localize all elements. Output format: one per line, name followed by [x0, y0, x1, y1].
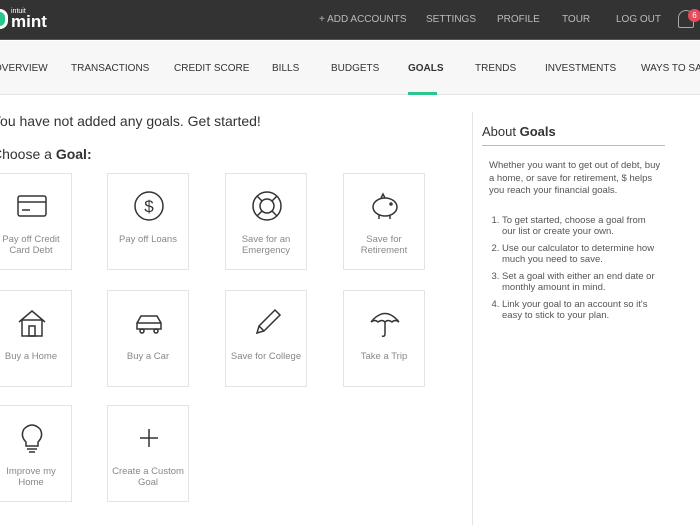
piggy-bank-icon — [372, 192, 398, 219]
goal-label: Create a Custom Goal — [112, 466, 184, 488]
house-icon — [18, 310, 46, 337]
about-title: About Goals — [482, 124, 665, 146]
goal-label: Save for College — [230, 351, 302, 362]
step-item: To get started, choose a goal from our l… — [502, 215, 659, 237]
pencil-icon — [255, 308, 282, 335]
tab-goals[interactable]: GOALS — [408, 63, 444, 74]
goal-card-credit-card[interactable]: Pay off Credit Card Debt — [0, 173, 72, 270]
car-icon — [136, 315, 162, 334]
tab-bills[interactable]: BILLS — [272, 63, 299, 74]
credit-card-icon — [17, 195, 47, 217]
goal-card-umbrella[interactable]: Take a Trip — [343, 290, 425, 387]
main-nav: OVERVIEW TRANSACTIONS CREDIT SCORE BILLS… — [0, 41, 700, 95]
profile-link[interactable]: PROFILE — [497, 14, 540, 25]
goal-label: Improve my Home — [6, 466, 56, 488]
goal-label: Save for an Emergency — [241, 234, 291, 256]
tab-ways-to-save[interactable]: WAYS TO SAVE — [641, 63, 700, 74]
umbrella-icon — [370, 312, 400, 337]
about-bold: Goals — [519, 124, 556, 139]
tour-link[interactable]: TOUR — [562, 14, 590, 25]
goal-card-life-ring[interactable]: Save for an Emergency — [225, 173, 307, 270]
plus-icon — [140, 429, 158, 447]
choose-bold: Goal: — [55, 146, 92, 162]
goal-label: Take a Trip — [360, 351, 408, 362]
sidebar-divider — [472, 112, 473, 525]
choose-prefix: Choose a — [0, 146, 52, 162]
dollar-circle-icon: $ — [134, 191, 164, 221]
goal-card-car[interactable]: Buy a Car — [107, 290, 189, 387]
notification-badge: 6 — [688, 9, 700, 22]
goal-label: Pay off Loans — [119, 234, 177, 245]
goal-label: Save for Retirement — [360, 234, 408, 256]
logout-link[interactable]: LOG OUT — [616, 14, 661, 25]
mint-logo[interactable]: intuit mint — [0, 8, 47, 30]
choose-goal-heading: Choose a Goal: — [0, 146, 92, 162]
step-item: Set a goal with either an end date or mo… — [502, 271, 659, 293]
goal-label: Buy a Car — [126, 351, 170, 362]
tab-trends[interactable]: TRENDS — [475, 63, 516, 74]
goal-card-dollar-circle[interactable]: $ Pay off Loans — [107, 173, 189, 270]
leaf-icon — [0, 9, 8, 29]
life-ring-icon — [252, 191, 282, 221]
step-item: Use our calculator to determine how much… — [502, 243, 659, 265]
page-headline: You have not added any goals. Get starte… — [0, 113, 261, 129]
step-item: Link your goal to an account so it's eas… — [502, 299, 659, 321]
tab-investments[interactable]: INVESTMENTS — [545, 63, 616, 74]
tab-overview[interactable]: OVERVIEW — [0, 63, 48, 74]
tab-budgets[interactable]: BUDGETS — [331, 63, 379, 74]
settings-link[interactable]: SETTINGS — [426, 14, 476, 25]
goal-card-plus[interactable]: Create a Custom Goal — [107, 405, 189, 502]
tab-transactions[interactable]: TRANSACTIONS — [71, 63, 149, 74]
about-steps: To get started, choose a goal from our l… — [489, 215, 659, 327]
svg-text:$: $ — [144, 197, 154, 216]
logo-large: mint — [11, 12, 47, 31]
goal-label: Pay off Credit Card Debt — [2, 234, 60, 256]
tab-credit-score[interactable]: CREDIT SCORE — [174, 63, 249, 74]
top-bar: intuit mint + ADD ACCOUNTS SETTINGS PROFI… — [0, 0, 700, 40]
goal-label: Buy a Home — [4, 351, 58, 362]
lightbulb-icon — [21, 424, 43, 453]
goal-card-pencil[interactable]: Save for College — [225, 290, 307, 387]
goal-card-lightbulb[interactable]: Improve my Home — [0, 405, 72, 502]
goal-card-house[interactable]: Buy a Home — [0, 290, 72, 387]
add-accounts-link[interactable]: + ADD ACCOUNTS — [319, 14, 407, 25]
active-tab-indicator — [408, 92, 437, 95]
about-prefix: About — [482, 124, 520, 139]
goal-card-piggy-bank[interactable]: Save for Retirement — [343, 173, 425, 270]
about-intro: Whether you want to get out of debt, buy… — [489, 160, 661, 196]
